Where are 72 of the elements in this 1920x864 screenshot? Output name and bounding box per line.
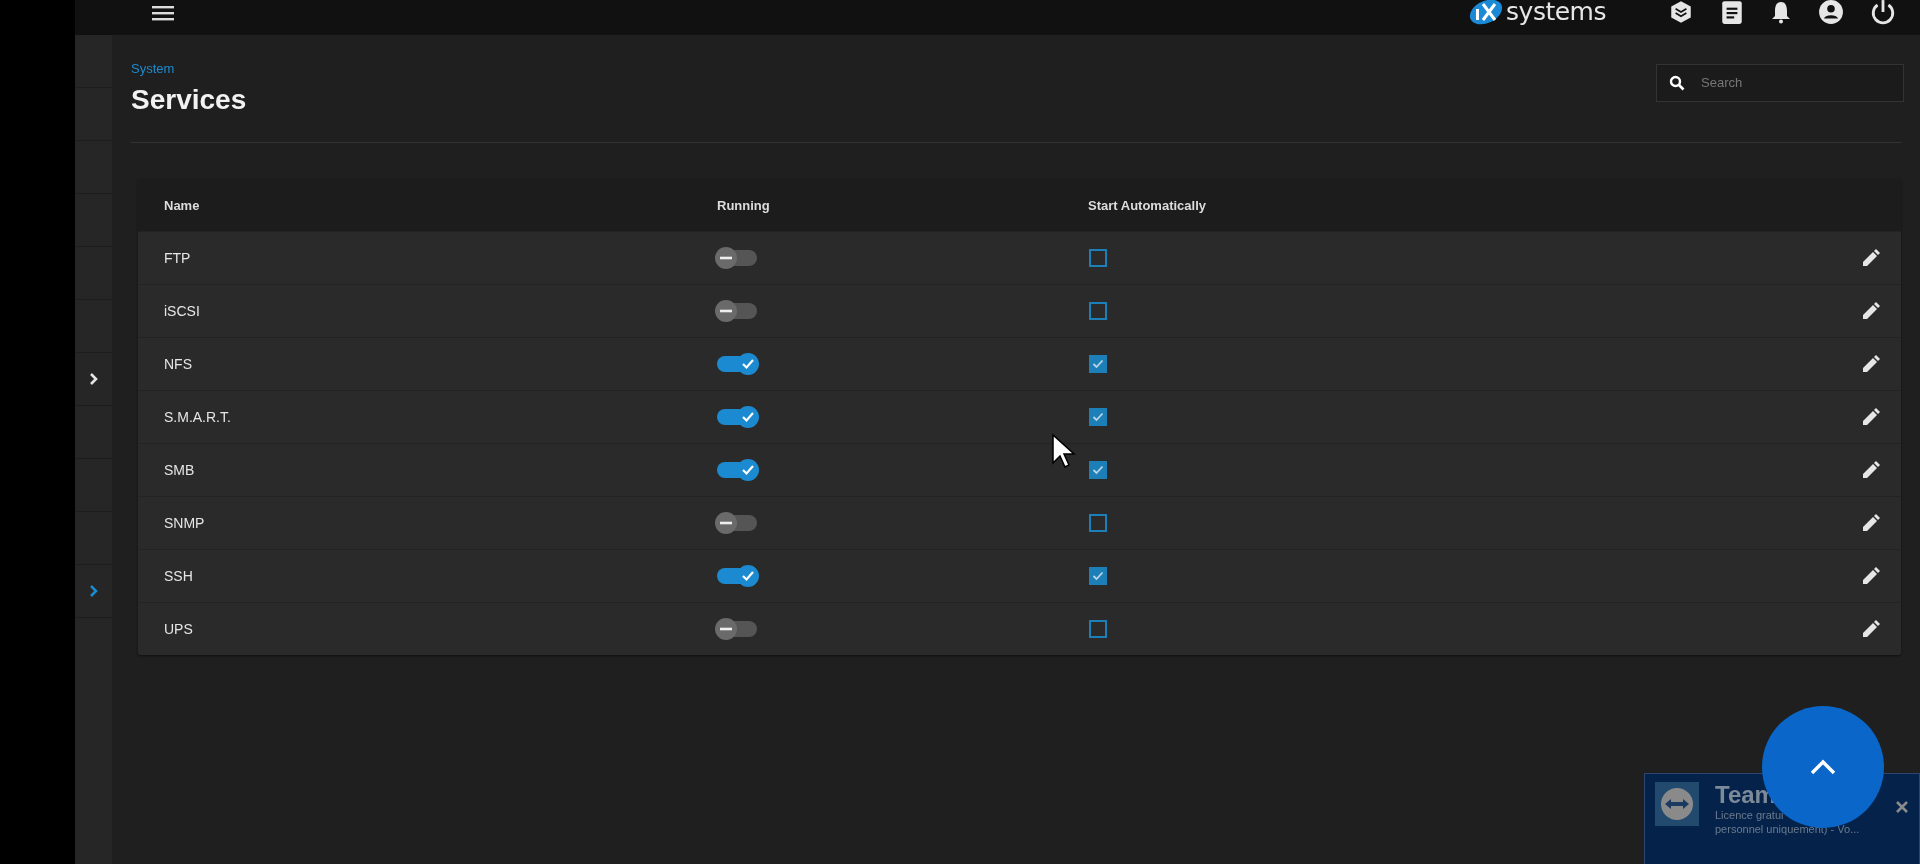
logo: systems [1468, 0, 1606, 26]
start-automatically-checkbox[interactable] [1089, 514, 1107, 532]
start-automatically-checkbox[interactable] [1089, 302, 1107, 320]
column-header: Start Automatically [1088, 197, 1207, 213]
edit-icon[interactable] [1861, 619, 1881, 639]
power-icon[interactable] [1870, 0, 1896, 25]
running-toggle[interactable] [717, 515, 757, 531]
table-row[interactable]: iSCSI [138, 284, 1901, 337]
check-icon [741, 570, 755, 582]
page-title: Services [131, 84, 247, 116]
edit-icon[interactable] [1861, 513, 1881, 533]
service-name: UPS [163, 621, 194, 637]
table-row[interactable]: SSH [138, 549, 1901, 602]
check-icon [1092, 465, 1104, 475]
minus-icon [720, 627, 732, 631]
notification-text: Licence gratui [1715, 808, 1785, 822]
start-automatically-checkbox[interactable] [1089, 355, 1107, 373]
cube-icon[interactable] [1668, 0, 1694, 25]
running-toggle[interactable] [717, 568, 757, 584]
table-row[interactable]: FTP [138, 231, 1901, 284]
table-row[interactable]: SMB [138, 443, 1901, 496]
chevron-up-icon [1809, 758, 1837, 776]
edit-icon[interactable] [1861, 248, 1881, 268]
service-name: SNMP [163, 515, 206, 531]
running-toggle[interactable] [717, 409, 757, 425]
search-icon [1669, 74, 1685, 91]
account-icon[interactable] [1818, 0, 1844, 25]
table-row[interactable]: NFS [138, 337, 1901, 390]
start-automatically-checkbox[interactable] [1089, 567, 1107, 585]
edit-icon[interactable] [1861, 566, 1881, 586]
edit-icon[interactable] [1861, 354, 1881, 374]
check-icon [741, 464, 755, 476]
minus-icon [720, 521, 732, 525]
notifications-icon[interactable] [1770, 0, 1792, 24]
service-name: NFS [163, 356, 193, 372]
edit-icon[interactable] [1861, 407, 1881, 427]
edit-icon[interactable] [1861, 301, 1881, 321]
service-name: S.M.A.R.T. [163, 409, 232, 425]
service-name: iSCSI [163, 303, 201, 319]
minus-icon [720, 309, 732, 313]
check-icon [741, 411, 755, 423]
check-icon [1092, 571, 1104, 581]
service-name: SMB [163, 462, 196, 478]
menu-icon[interactable] [152, 4, 174, 21]
breadcrumb-link[interactable]: System [131, 61, 247, 76]
running-toggle[interactable] [717, 462, 757, 478]
table-row[interactable]: S.M.A.R.T. [138, 390, 1901, 443]
running-toggle[interactable] [717, 250, 757, 266]
service-name: FTP [163, 250, 192, 266]
start-automatically-checkbox[interactable] [1089, 620, 1107, 638]
check-icon [741, 358, 755, 370]
column-header: Running [717, 197, 771, 213]
running-toggle[interactable] [717, 303, 757, 319]
check-icon [1092, 412, 1104, 422]
table-row[interactable]: SNMP [138, 496, 1901, 549]
table-row[interactable]: UPS [138, 602, 1901, 655]
notification-text: personnel uniquement) - Vo... [1715, 822, 1861, 836]
close-icon[interactable] [1895, 800, 1909, 814]
running-toggle[interactable] [717, 356, 757, 372]
service-name: SSH [163, 568, 194, 584]
running-toggle[interactable] [717, 621, 757, 637]
clipboard-icon[interactable] [1720, 0, 1744, 25]
mouse-cursor-icon [1051, 433, 1077, 469]
start-automatically-checkbox[interactable] [1089, 249, 1107, 267]
start-automatically-checkbox[interactable] [1089, 461, 1107, 479]
column-header: Name [163, 197, 201, 213]
edit-icon[interactable] [1861, 460, 1881, 480]
minus-icon [720, 256, 732, 260]
start-automatically-checkbox[interactable] [1089, 408, 1107, 426]
search-field[interactable]: Search [1656, 63, 1904, 102]
arrows-logo-icon [1655, 782, 1699, 826]
check-icon [1092, 359, 1104, 369]
